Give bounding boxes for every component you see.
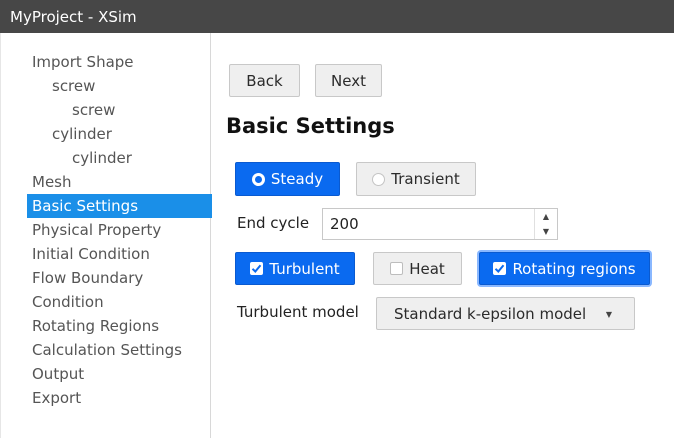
tree-item-physical-property[interactable]: Physical Property [27, 218, 212, 242]
turbulent-label: Turbulent [269, 259, 340, 278]
end-cycle-label: End cycle [237, 214, 310, 232]
tree-item-calculation-settings[interactable]: Calculation Settings [27, 338, 212, 362]
steady-label: Steady [270, 170, 324, 188]
tree-item-basic-settings[interactable]: Basic Settings [27, 194, 212, 218]
heat-label: Heat [409, 259, 445, 278]
end-cycle-field: ▲ ▼ [322, 208, 558, 240]
turbulent-toggle[interactable]: Turbulent [235, 252, 355, 285]
chevron-down-icon[interactable]: ▼ [535, 224, 557, 239]
navigation-tree: Import Shape screw screw cylinder cylind… [27, 50, 212, 410]
radio-unselected-icon [372, 172, 386, 186]
tree-item-import-shape[interactable]: Import Shape [27, 50, 212, 74]
turbulent-model-value: Standard k-epsilon model [394, 304, 587, 323]
tree-item-screw[interactable]: screw [27, 74, 212, 98]
tree-item-output[interactable]: Output [27, 362, 212, 386]
window-titlebar: MyProject - XSim [0, 0, 674, 33]
window-title: MyProject - XSim [10, 7, 137, 26]
caret-down-icon: ▼ [605, 310, 612, 319]
tree-item-screw-child[interactable]: screw [27, 98, 212, 122]
tree-item-condition[interactable]: Condition [27, 290, 212, 314]
sidebar: Import Shape screw screw cylinder cylind… [0, 33, 212, 438]
end-cycle-spinner: ▲ ▼ [534, 209, 557, 239]
transient-radio-button[interactable]: Transient [356, 162, 476, 196]
tree-item-mesh[interactable]: Mesh [27, 170, 212, 194]
checkbox-checked-icon [493, 262, 507, 275]
rotating-regions-toggle[interactable]: Rotating regions [479, 252, 650, 285]
back-button[interactable]: Back [229, 64, 300, 97]
transient-label: Transient [391, 170, 460, 188]
tree-item-flow-boundary[interactable]: Flow Boundary [27, 266, 212, 290]
page-title: Basic Settings [226, 114, 395, 138]
next-button[interactable]: Next [315, 64, 382, 97]
tree-item-cylinder[interactable]: cylinder [27, 122, 212, 146]
tree-item-rotating-regions[interactable]: Rotating Regions [27, 314, 212, 338]
turbulent-model-label: Turbulent model [237, 303, 359, 321]
chevron-up-icon[interactable]: ▲ [535, 209, 557, 224]
rotating-regions-label: Rotating regions [512, 259, 636, 278]
tree-item-cylinder-child[interactable]: cylinder [27, 146, 212, 170]
steady-radio-button[interactable]: Steady [235, 162, 340, 196]
turbulent-model-select[interactable]: Standard k-epsilon model ▼ [376, 297, 635, 330]
end-cycle-input[interactable] [323, 209, 528, 239]
checkbox-checked-icon [250, 262, 264, 275]
tree-item-initial-condition[interactable]: Initial Condition [27, 242, 212, 266]
radio-selected-icon [251, 172, 265, 186]
checkbox-unchecked-icon [390, 262, 404, 275]
heat-toggle[interactable]: Heat [373, 252, 462, 285]
tree-item-export[interactable]: Export [27, 386, 212, 410]
